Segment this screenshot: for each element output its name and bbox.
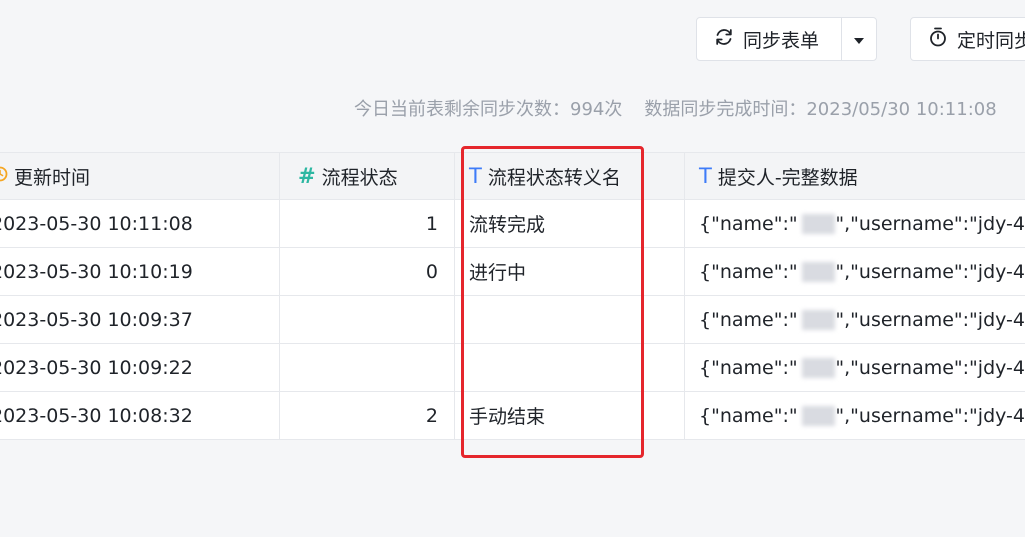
cell-flow-status-alias: 手动结束 — [455, 392, 685, 439]
sync-button-group: 同步表单 — [696, 17, 878, 61]
column-header-label: 提交人-完整数据 — [717, 166, 858, 189]
refresh-icon — [713, 26, 735, 53]
caret-down-icon — [853, 30, 865, 49]
cell-updated: 2023-05-30 10:11:08 — [0, 200, 280, 247]
cell-submitter: {"name":" ","username":"jdy-4 — [685, 200, 1025, 247]
text-field-icon: T — [699, 164, 712, 188]
cell-flow-status-alias — [455, 344, 685, 391]
table-row[interactable]: 2023-05-30 10:08:32 2 手动结束 {"name":" ","u… — [0, 392, 1025, 440]
cell-updated: 2023-05-30 10:08:32 — [0, 392, 280, 439]
column-header-updated[interactable]: 更新时间 — [0, 153, 280, 199]
cell-flow-status-alias — [455, 296, 685, 343]
timed-sync-button[interactable]: 定时同步 — [910, 17, 1025, 61]
cell-flow-status: 0 — [280, 248, 455, 295]
cell-flow-status — [280, 344, 455, 391]
cell-flow-status: 2 — [280, 392, 455, 439]
cell-submitter: {"name":" ","username":"jdy-4 — [685, 248, 1025, 295]
table-row[interactable]: 2023-05-30 10:11:08 1 流转完成 {"name":" ","u… — [0, 200, 1025, 248]
remaining-sync-count: 今日当前表剩余同步次数：994次 — [354, 99, 623, 120]
redacted-name — [801, 309, 836, 330]
cell-flow-status-alias: 流转完成 — [455, 200, 685, 247]
cell-text: {"name":" — [699, 308, 798, 331]
timed-sync-label: 定时同步 — [957, 29, 1025, 52]
cell-text: ","username":"jdy-4 — [835, 212, 1025, 235]
data-table: 更新时间 # 流程状态 T 流程状态转义名 T 提交人-完整数据 2023-05… — [0, 152, 1025, 440]
cell-text: {"name":" — [699, 260, 798, 283]
table-row[interactable]: 2023-05-30 10:10:19 0 进行中 {"name":" ","us… — [0, 248, 1025, 296]
stopwatch-icon — [927, 26, 949, 53]
table-row[interactable]: 2023-05-30 10:09:37 {"name":" ","username… — [0, 296, 1025, 344]
sync-status-line: 今日当前表剩余同步次数：994次 数据同步完成时间：2023/05/30 10:… — [354, 95, 997, 121]
cell-text: ","username":"jdy-4 — [835, 356, 1025, 379]
column-header-flow-status[interactable]: # 流程状态 — [280, 153, 455, 199]
redacted-name — [801, 213, 836, 234]
cell-submitter: {"name":" ","username":"jdy-4 — [685, 296, 1025, 343]
column-header-label: 流程状态转义名 — [487, 166, 621, 189]
cell-submitter: {"name":" ","username":"jdy-4 — [685, 344, 1025, 391]
cell-text: ","username":"jdy-4 — [835, 260, 1025, 283]
redacted-name — [801, 261, 836, 282]
cell-updated: 2023-05-30 10:09:37 — [0, 296, 280, 343]
cell-submitter: {"name":" ","username":"jdy-4 — [685, 392, 1025, 439]
page: 同步表单 定时同步 今日当前表剩余同步次数：994次 数据同步完成时间：2023… — [0, 0, 1025, 537]
column-header-label: 流程状态 — [321, 166, 398, 189]
cell-text: 2023-05-30 10:11:08 — [0, 212, 193, 235]
redacted-name — [801, 357, 836, 378]
cell-updated: 2023-05-30 10:09:22 — [0, 344, 280, 391]
cell-text: 2023-05-30 10:09:22 — [0, 356, 193, 379]
sync-form-label: 同步表单 — [743, 29, 820, 52]
number-field-icon: # — [298, 164, 316, 188]
cell-flow-status: 1 — [280, 200, 455, 247]
cell-text: 2023-05-30 10:10:19 — [0, 260, 193, 283]
redacted-name — [801, 405, 836, 426]
table-header-row: 更新时间 # 流程状态 T 流程状态转义名 T 提交人-完整数据 — [0, 152, 1025, 200]
cell-updated: 2023-05-30 10:10:19 — [0, 248, 280, 295]
cell-text: ","username":"jdy-4 — [835, 404, 1025, 427]
clock-icon — [0, 165, 8, 187]
cell-text: {"name":" — [699, 212, 798, 235]
sync-dropdown-toggle[interactable] — [841, 18, 876, 60]
text-field-icon: T — [469, 164, 482, 188]
column-header-label: 更新时间 — [14, 166, 91, 189]
cell-text: {"name":" — [699, 404, 798, 427]
sync-finished-time: 数据同步完成时间：2023/05/30 10:11:08 — [644, 99, 997, 120]
cell-text: 2023-05-30 10:08:32 — [0, 404, 193, 427]
cell-flow-status-alias: 进行中 — [455, 248, 685, 295]
cell-text: ","username":"jdy-4 — [835, 308, 1025, 331]
column-header-flow-status-alias[interactable]: T 流程状态转义名 — [455, 153, 685, 199]
sync-form-button[interactable]: 同步表单 — [697, 18, 841, 60]
column-header-submitter[interactable]: T 提交人-完整数据 — [685, 153, 1025, 199]
cell-text: {"name":" — [699, 356, 798, 379]
cell-text: 2023-05-30 10:09:37 — [0, 308, 193, 331]
table-row[interactable]: 2023-05-30 10:09:22 {"name":" ","username… — [0, 344, 1025, 392]
cell-flow-status — [280, 296, 455, 343]
